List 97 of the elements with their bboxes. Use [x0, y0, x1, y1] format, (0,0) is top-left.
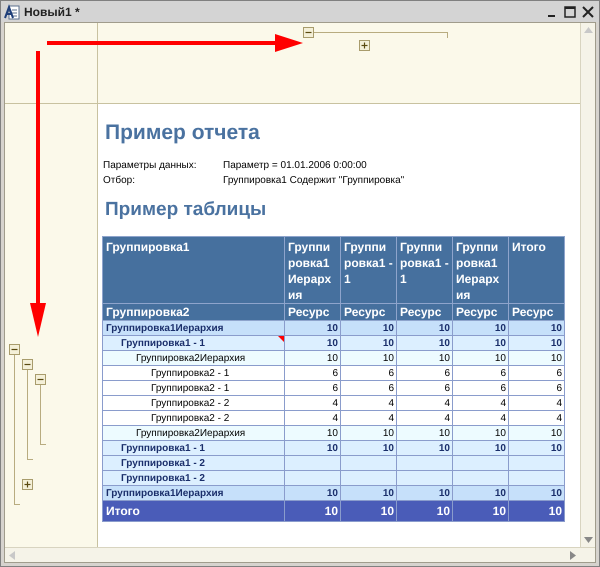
collapse-icon[interactable] [9, 344, 20, 355]
value-cell: 10 [452, 336, 508, 350]
value-cell: 6 [340, 366, 396, 380]
column-header: Ресурс [340, 304, 396, 320]
value-cell: 6 [508, 380, 564, 396]
maximize-icon[interactable] [564, 6, 576, 18]
parameter-value: Параметр = 01.01.2006 0:00:00 [223, 159, 367, 173]
row-label-cell: Группировка2 - 1 [102, 366, 284, 380]
value-cell: 4 [340, 410, 396, 426]
value-cell: 6 [452, 380, 508, 396]
column-header: Группи ровка1 - 1 [396, 236, 452, 304]
value-cell: 6 [284, 366, 340, 380]
row-label-cell: Группировка1Иерархия [102, 486, 284, 500]
value-cell: 10 [340, 440, 396, 456]
value-cell: 10 [508, 486, 564, 500]
value-cell: 10 [396, 320, 452, 336]
column-header: Группировка1 [102, 236, 284, 304]
collapse-icon[interactable] [22, 359, 33, 370]
value-cell: 6 [396, 366, 452, 380]
value-cell: 10 [284, 350, 340, 366]
value-cell: 10 [284, 426, 340, 440]
value-cell: 10 [508, 440, 564, 456]
column-header: Ресурс [284, 304, 340, 320]
value-cell: 10 [452, 320, 508, 336]
table-title: Пример таблицы [105, 198, 268, 222]
value-cell: 10 [452, 486, 508, 500]
value-cell: 10 [340, 350, 396, 366]
row-label-cell: Группировка2Иерархия [102, 426, 284, 440]
value-cell: 4 [284, 410, 340, 426]
value-cell: 10 [340, 426, 396, 440]
value-cell: 10 [396, 350, 452, 366]
value-cell: 10 [396, 426, 452, 440]
collapse-icon[interactable] [303, 27, 314, 38]
value-cell: 10 [452, 426, 508, 440]
row-label-cell: Группировка2Иерархия [102, 350, 284, 366]
value-cell: 10 [284, 320, 340, 336]
value-cell: 6 [396, 380, 452, 396]
value-cell: 10 [508, 350, 564, 366]
value-cell: 10 [508, 500, 564, 522]
document-icon [4, 4, 20, 20]
value-cell: 10 [340, 486, 396, 500]
value-cell: 10 [396, 500, 452, 522]
collapse-icon[interactable] [35, 374, 46, 385]
value-cell: 4 [452, 396, 508, 410]
row-label-cell: Группировка1 - 1 [102, 336, 284, 350]
value-cell: 6 [452, 366, 508, 380]
row-label-cell: Группировка1 - 1 [102, 440, 284, 456]
value-cell: 10 [284, 486, 340, 500]
expand-icon[interactable] [22, 479, 33, 490]
value-cell: 10 [452, 350, 508, 366]
value-cell: 4 [284, 396, 340, 410]
value-cell: 4 [396, 410, 452, 426]
value-cell: 10 [396, 440, 452, 456]
parameter-label: Параметры данных: [103, 159, 198, 173]
row-label-cell: Группировка1Иерархия [102, 320, 284, 336]
value-cell: 10 [508, 320, 564, 336]
column-header: Группи ровка1 Иерарх ия [452, 236, 508, 304]
report-title: Пример отчета [105, 120, 261, 146]
column-header: Ресурс [452, 304, 508, 320]
row-label-cell: Группировка2 - 2 [102, 396, 284, 410]
value-cell: 10 [284, 336, 340, 350]
column-header: Группи ровка1 Иерарх ия [284, 236, 340, 304]
window-title: Новый1 * [24, 4, 80, 20]
value-cell: 4 [508, 410, 564, 426]
column-header: Итого [508, 236, 564, 304]
value-cell: 4 [396, 396, 452, 410]
value-cell: 10 [396, 336, 452, 350]
column-header: Ресурс [508, 304, 564, 320]
value-cell: 10 [340, 500, 396, 522]
row-label-cell: Группировка2 - 1 [102, 380, 284, 396]
value-cell: 6 [284, 380, 340, 396]
value-cell: 10 [508, 426, 564, 440]
value-cell: 6 [508, 366, 564, 380]
row-label-cell: Итого [102, 500, 284, 522]
expand-icon[interactable] [359, 40, 370, 51]
close-icon[interactable] [582, 6, 594, 18]
vertical-scrollbar[interactable] [580, 23, 595, 547]
parameter-value: Группировка1 Содержит "Группировка" [223, 174, 404, 188]
value-cell: 10 [508, 336, 564, 350]
value-cell: 10 [284, 440, 340, 456]
row-label-cell: Группировка2 - 2 [102, 410, 284, 426]
value-cell: 4 [340, 396, 396, 410]
value-cell: 10 [396, 486, 452, 500]
value-cell: 4 [452, 410, 508, 426]
value-cell: 10 [340, 320, 396, 336]
column-header: Группи ровка1 - 1 [340, 236, 396, 304]
parameter-label: Отбор: [103, 174, 136, 188]
row-label-cell: Группировка1 - 2 [102, 456, 284, 470]
value-cell: 6 [340, 380, 396, 396]
value-cell: 10 [452, 440, 508, 456]
value-cell: 10 [284, 500, 340, 522]
column-header: Группировка2 [102, 304, 284, 320]
value-cell: 4 [508, 396, 564, 410]
column-header: Ресурс [396, 304, 452, 320]
row-label-cell: Группировка1 - 2 [102, 470, 284, 486]
value-cell: 10 [340, 336, 396, 350]
value-cell: 10 [452, 500, 508, 522]
